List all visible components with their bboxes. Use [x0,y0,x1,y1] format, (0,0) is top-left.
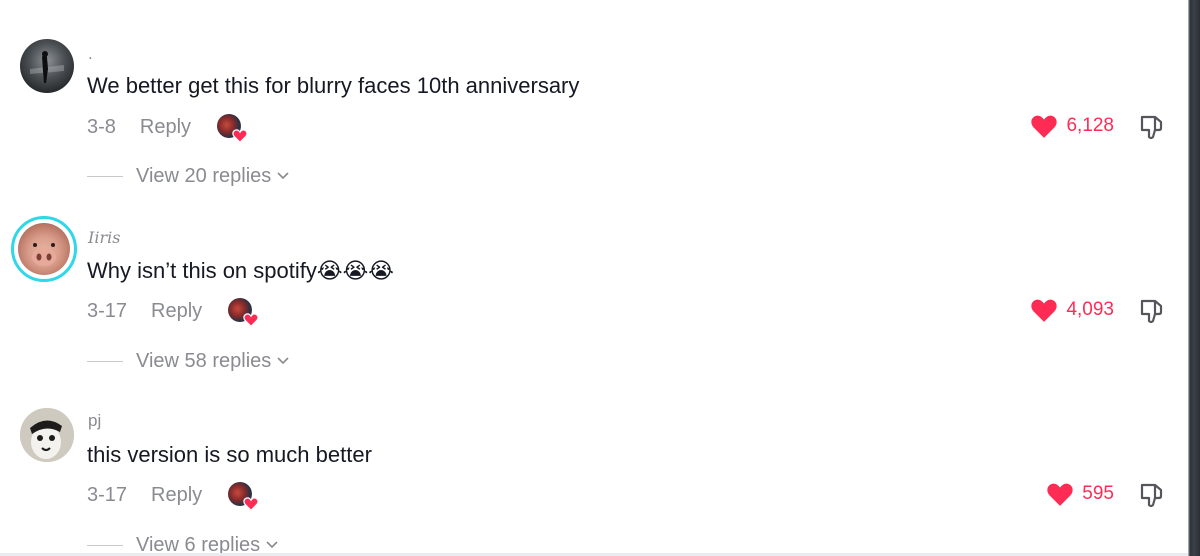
chevron-down-icon [277,357,289,365]
avatar-photo [20,408,74,462]
reply-button[interactable]: Reply [151,300,202,323]
creator-liked-badge [228,482,259,511]
thumbs-down-icon[interactable] [1138,297,1166,325]
reply-button[interactable]: Reply [151,484,202,507]
creator-liked-badge [228,298,259,327]
commenter-avatar[interactable] [20,408,74,462]
comment-meta: 3-17 Reply [87,482,259,511]
comment-username[interactable]: pj [88,411,101,431]
comment-username[interactable]: Iiris [88,228,120,247]
commenter-avatar[interactable] [11,216,77,282]
comments-page: . We better get this for blurry faces 10… [0,0,1188,556]
window-edge [1188,0,1200,556]
view-replies-button[interactable]: View 58 replies [87,348,289,374]
thumbs-down-icon[interactable] [1138,481,1166,509]
like-button[interactable]: 4,093 [1030,295,1114,325]
heart-icon [1047,483,1073,506]
avatar-face [32,243,56,266]
divider-line [87,360,123,362]
comment-item: pj this version is so much better 3-17 R… [0,0,1188,556]
heart-icon [243,497,259,511]
like-button[interactable]: 595 [1046,479,1114,509]
avatar-photo [18,223,70,275]
comment-date: 3-17 [87,483,128,506]
view-replies-label: View 58 replies [136,349,272,372]
comment-date: 3-17 [87,299,128,322]
heart-icon [243,313,259,327]
like-count: 4,093 [1066,299,1114,320]
comment-meta: 3-17 Reply [87,298,259,327]
comment-text: this version is so much better [87,442,372,467]
heart-icon [1031,299,1058,322]
comment-text: Why isn’t this on spotify😭😭😭 [87,258,394,283]
like-count: 595 [1082,483,1114,504]
divider-line [87,544,123,546]
chevron-down-icon [266,541,278,549]
